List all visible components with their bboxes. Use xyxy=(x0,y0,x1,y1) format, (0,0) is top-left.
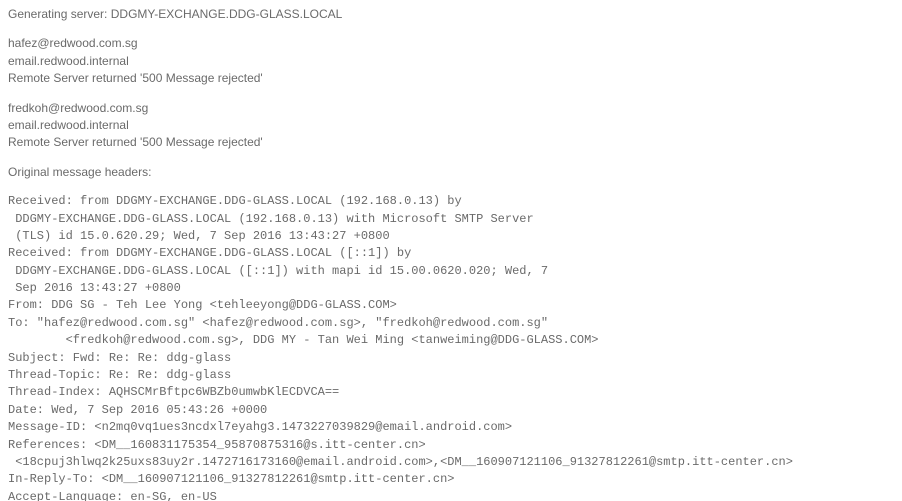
header-received: DDGMY-EXCHANGE.DDG-GLASS.LOCAL (192.168.… xyxy=(8,212,534,226)
header-thread-index: Thread-Index: AQHSCMrBftpc6WBZb0umwbKlEC… xyxy=(8,385,339,399)
recipient-address: fredkoh@redwood.com.sg xyxy=(8,100,894,117)
generating-server-line: Generating server: DDGMY-EXCHANGE.DDG-GL… xyxy=(8,6,894,23)
recipient-error: Remote Server returned '500 Message reje… xyxy=(8,70,894,87)
recipient-host: email.redwood.internal xyxy=(8,53,894,70)
recipient-block: fredkoh@redwood.com.sg email.redwood.int… xyxy=(8,100,894,152)
original-headers-block: Received: from DDGMY-EXCHANGE.DDG-GLASS.… xyxy=(8,193,894,501)
header-accept-language: Accept-Language: en-SG, en-US xyxy=(8,490,217,501)
header-to: <fredkoh@redwood.com.sg>, DDG MY - Tan W… xyxy=(8,333,599,347)
recipient-address: hafez@redwood.com.sg xyxy=(8,35,894,52)
header-received: (TLS) id 15.0.620.29; Wed, 7 Sep 2016 13… xyxy=(8,229,390,243)
recipient-error: Remote Server returned '500 Message reje… xyxy=(8,134,894,151)
header-received: Received: from DDGMY-EXCHANGE.DDG-GLASS.… xyxy=(8,246,411,260)
ndr-body: Generating server: DDGMY-EXCHANGE.DDG-GL… xyxy=(0,0,902,501)
header-received: Sep 2016 13:43:27 +0800 xyxy=(8,281,181,295)
recipient-host: email.redwood.internal xyxy=(8,117,894,134)
generating-server-label: Generating server: xyxy=(8,7,107,21)
header-thread-topic: Thread-Topic: Re: Re: ddg-glass xyxy=(8,368,231,382)
generating-server-value: DDGMY-EXCHANGE.DDG-GLASS.LOCAL xyxy=(111,7,343,21)
header-to: To: "hafez@redwood.com.sg" <hafez@redwoo… xyxy=(8,316,548,330)
header-in-reply-to: In-Reply-To: <DM__160907121106_913278122… xyxy=(8,472,454,486)
header-references: References: <DM__160831175354_9587087531… xyxy=(8,438,426,452)
header-subject: Subject: Fwd: Re: Re: ddg-glass xyxy=(8,351,231,365)
recipient-block: hafez@redwood.com.sg email.redwood.inter… xyxy=(8,35,894,87)
header-received: DDGMY-EXCHANGE.DDG-GLASS.LOCAL ([::1]) w… xyxy=(8,264,548,278)
original-headers-label: Original message headers: xyxy=(8,164,894,181)
header-references: <18cpuj3hlwq2k25uxs83uy2r.1472716173160@… xyxy=(8,455,793,469)
header-message-id: Message-ID: <n2mq0vq1ues3ncdxl7eyahg3.14… xyxy=(8,420,512,434)
header-date: Date: Wed, 7 Sep 2016 05:43:26 +0000 xyxy=(8,403,267,417)
header-received: Received: from DDGMY-EXCHANGE.DDG-GLASS.… xyxy=(8,194,462,208)
header-from: From: DDG SG - Teh Lee Yong <tehleeyong@… xyxy=(8,298,397,312)
